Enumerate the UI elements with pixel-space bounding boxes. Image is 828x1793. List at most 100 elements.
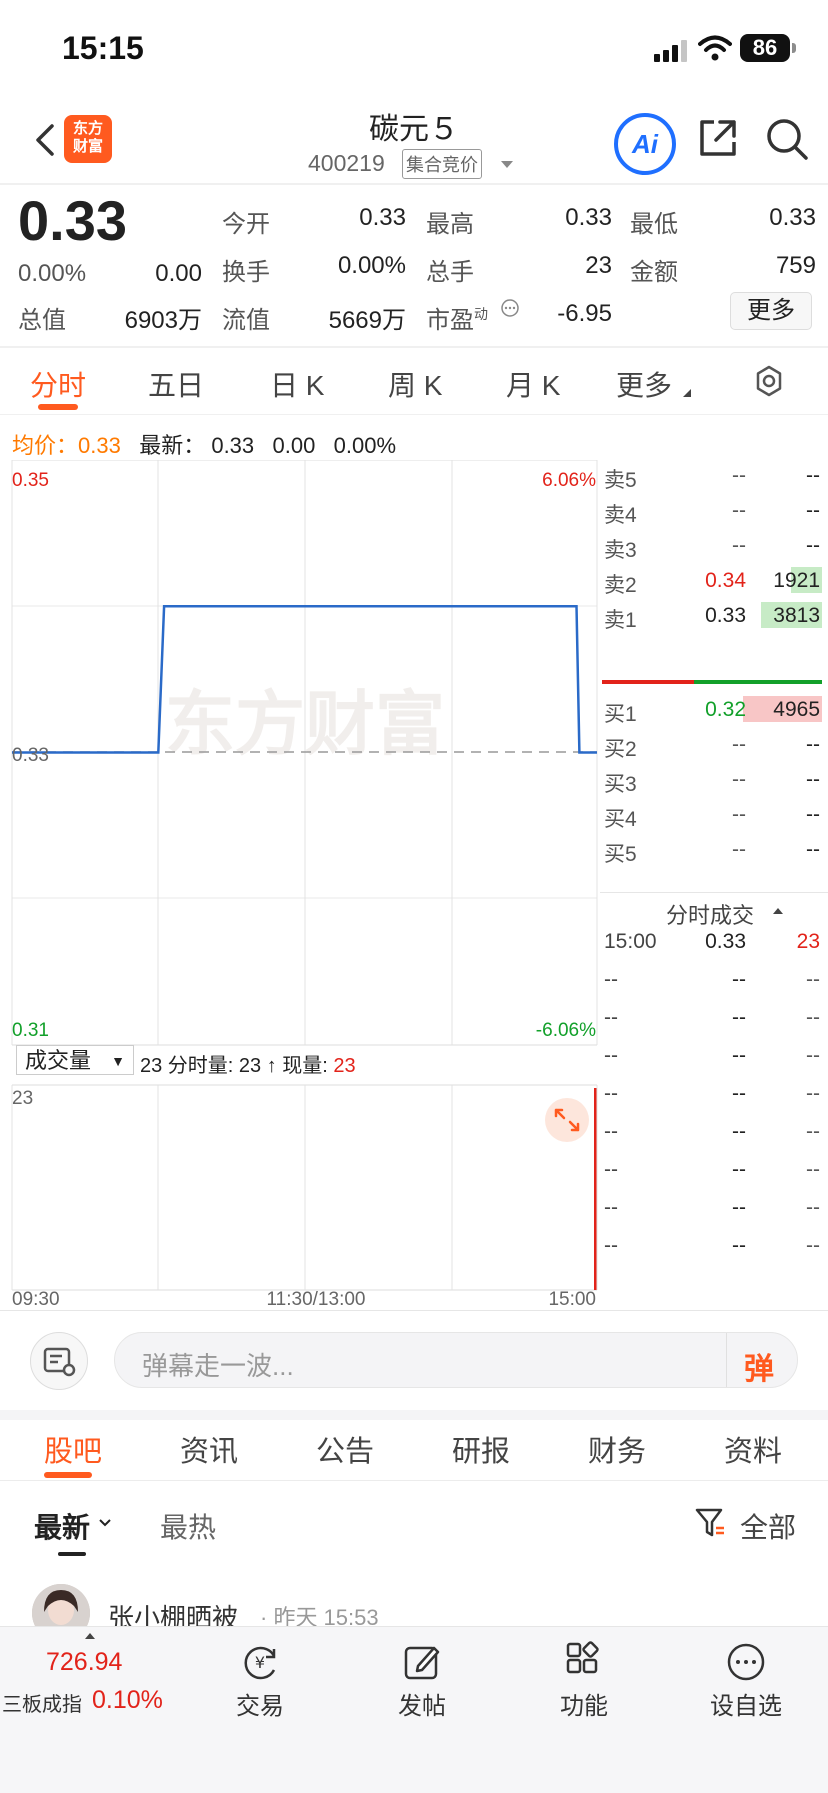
nav-trade[interactable]: 交易 [200, 1686, 320, 1721]
tab-weekly-k[interactable]: 周 K [388, 364, 442, 404]
volume-info: 23 分时量: 23 ↑ 现量: 23 [140, 1055, 356, 1077]
trade-price: -- [732, 1006, 746, 1029]
sort-hot-button[interactable]: 最热 [160, 1506, 216, 1546]
trade-price: -- [732, 1196, 746, 1219]
ask-price: -- [732, 534, 746, 557]
battery-tip [792, 43, 796, 53]
bid-volume: -- [806, 803, 820, 826]
pe-label: 市盈动 [426, 306, 488, 334]
battery-icon: 86 [740, 34, 790, 62]
high-label: 最高 [426, 211, 474, 238]
sort-newest-underline [58, 1552, 86, 1556]
tab-research[interactable]: 研报 [452, 1428, 510, 1470]
trade-icon[interactable]: ¥ [238, 1640, 282, 1684]
tab-more-caret-icon [683, 389, 691, 397]
search-icon[interactable] [764, 116, 810, 162]
filter-all-button[interactable]: 全部 [740, 1506, 796, 1546]
chart-grid [11, 460, 598, 1291]
bid-price: -- [732, 733, 746, 756]
post-icon[interactable] [400, 1640, 444, 1684]
stock-code: 400219 [308, 150, 385, 176]
danmaku-settings-icon[interactable] [30, 1332, 88, 1390]
ask-price: 0.34 [705, 569, 746, 592]
index-value[interactable]: 726.94 [46, 1648, 122, 1677]
turnover-label: 换手 [222, 259, 270, 286]
bid-row-1[interactable]: 买1 0.32 4965 [600, 694, 828, 726]
expand-chart-icon [545, 1098, 589, 1142]
tab-finance[interactable]: 财务 [588, 1428, 646, 1470]
ask-row-2[interactable]: 卖4 -- -- [600, 495, 828, 527]
trades-title[interactable]: 分时成交 [666, 898, 754, 930]
bid-row-2[interactable]: 买2 -- -- [600, 729, 828, 761]
tab-news[interactable]: 资讯 [180, 1428, 238, 1470]
bid-label: 买2 [604, 738, 637, 761]
ask-label: 卖2 [604, 574, 637, 597]
bid-row-3[interactable]: 买3 -- -- [600, 764, 828, 796]
tab-profile[interactable]: 资料 [724, 1428, 782, 1470]
ask-price: -- [732, 464, 746, 487]
ask-label: 卖3 [604, 539, 637, 562]
bid-row-5[interactable]: 买5 -- -- [600, 834, 828, 866]
amount-label: 金额 [630, 259, 678, 286]
avg-label: 均价： [12, 433, 79, 458]
tab-daily-k[interactable]: 日 K [270, 364, 324, 404]
bid-label: 买3 [604, 773, 637, 796]
total-hands-value: 23 [585, 252, 612, 279]
tab-more[interactable]: 更多 [616, 364, 672, 404]
index-name[interactable]: 三板成指 [2, 1688, 82, 1717]
ask-row-4[interactable]: 卖2 0.34 1921 [600, 565, 828, 597]
pct-bottom-label: -6.06% [536, 1020, 596, 1041]
bid-row-4[interactable]: 买4 -- -- [600, 799, 828, 831]
x-label-open: 09:30 [12, 1289, 60, 1310]
nav-functions[interactable]: 功能 [524, 1686, 644, 1721]
wifi-icon [698, 35, 732, 61]
stock-switch-caret-icon[interactable] [500, 160, 514, 170]
index-pct[interactable]: 0.10% [92, 1686, 163, 1715]
ask-price: -- [732, 499, 746, 522]
pe-value: -6.95 [557, 300, 612, 327]
tab-announcements[interactable]: 公告 [316, 1428, 374, 1470]
tab-five-day[interactable]: 五日 [148, 364, 204, 404]
trade-time: -- [604, 1234, 618, 1257]
intraday-chart[interactable]: 东方财富 0.35 0.33 0.31 6.06% -6.06% 23 09:3… [0, 460, 600, 1320]
nav-post[interactable]: 发帖 [362, 1686, 482, 1721]
volume-indicator-dropdown[interactable]: 成交量 ▼ [16, 1045, 134, 1075]
trade-price: -- [732, 1158, 746, 1181]
ai-button[interactable]: Ai [614, 113, 676, 175]
pct-top-label: 6.06% [542, 470, 596, 491]
more-quote-button[interactable]: 更多 [730, 292, 812, 330]
bid-price: 0.32 [705, 698, 746, 721]
bid-price: -- [732, 838, 746, 861]
tab-intraday[interactable]: 分时 [30, 364, 86, 404]
functions-icon[interactable] [562, 1640, 606, 1684]
add-watchlist-icon[interactable] [724, 1640, 768, 1684]
pe-info-icon[interactable] [500, 298, 520, 318]
ask-row-3[interactable]: 卖3 -- -- [600, 530, 828, 562]
sort-newest-button[interactable]: 最新 [34, 1506, 90, 1546]
tab-guba[interactable]: 股吧 [44, 1428, 102, 1470]
trade-volume: -- [806, 1158, 820, 1181]
ask-volume: 3813 [773, 604, 820, 627]
total-hands-label: 总手 [426, 259, 474, 286]
volume-max-label: 23 [12, 1088, 33, 1109]
chart-settings-icon[interactable] [752, 364, 786, 398]
filter-icon[interactable] [694, 1506, 726, 1540]
bid-volume: 4965 [773, 698, 820, 721]
trade-volume: 23 [796, 930, 820, 953]
danmaku-send-button[interactable]: 弹 [744, 1344, 774, 1388]
bid-volume: -- [806, 733, 820, 756]
x-label-midday: 11:30/13:00 [267, 1289, 366, 1310]
avg-value: 0.33 [78, 433, 121, 458]
trade-price: -- [732, 1120, 746, 1143]
share-icon[interactable] [696, 116, 740, 160]
trade-volume: -- [806, 968, 820, 991]
current-price: 0.33 [18, 189, 127, 252]
float-value: 5669万 [328, 307, 406, 334]
sort-chevron-down-icon [99, 1519, 111, 1527]
ask-row-1[interactable]: 卖5 -- -- [600, 460, 828, 492]
tab-monthly-k[interactable]: 月 K [506, 364, 560, 404]
nav-add-watchlist[interactable]: 设自选 [686, 1686, 806, 1721]
ask-row-5[interactable]: 卖1 0.33 3813 [600, 600, 828, 632]
y-top-label: 0.35 [12, 470, 49, 491]
trade-time: -- [604, 968, 618, 991]
